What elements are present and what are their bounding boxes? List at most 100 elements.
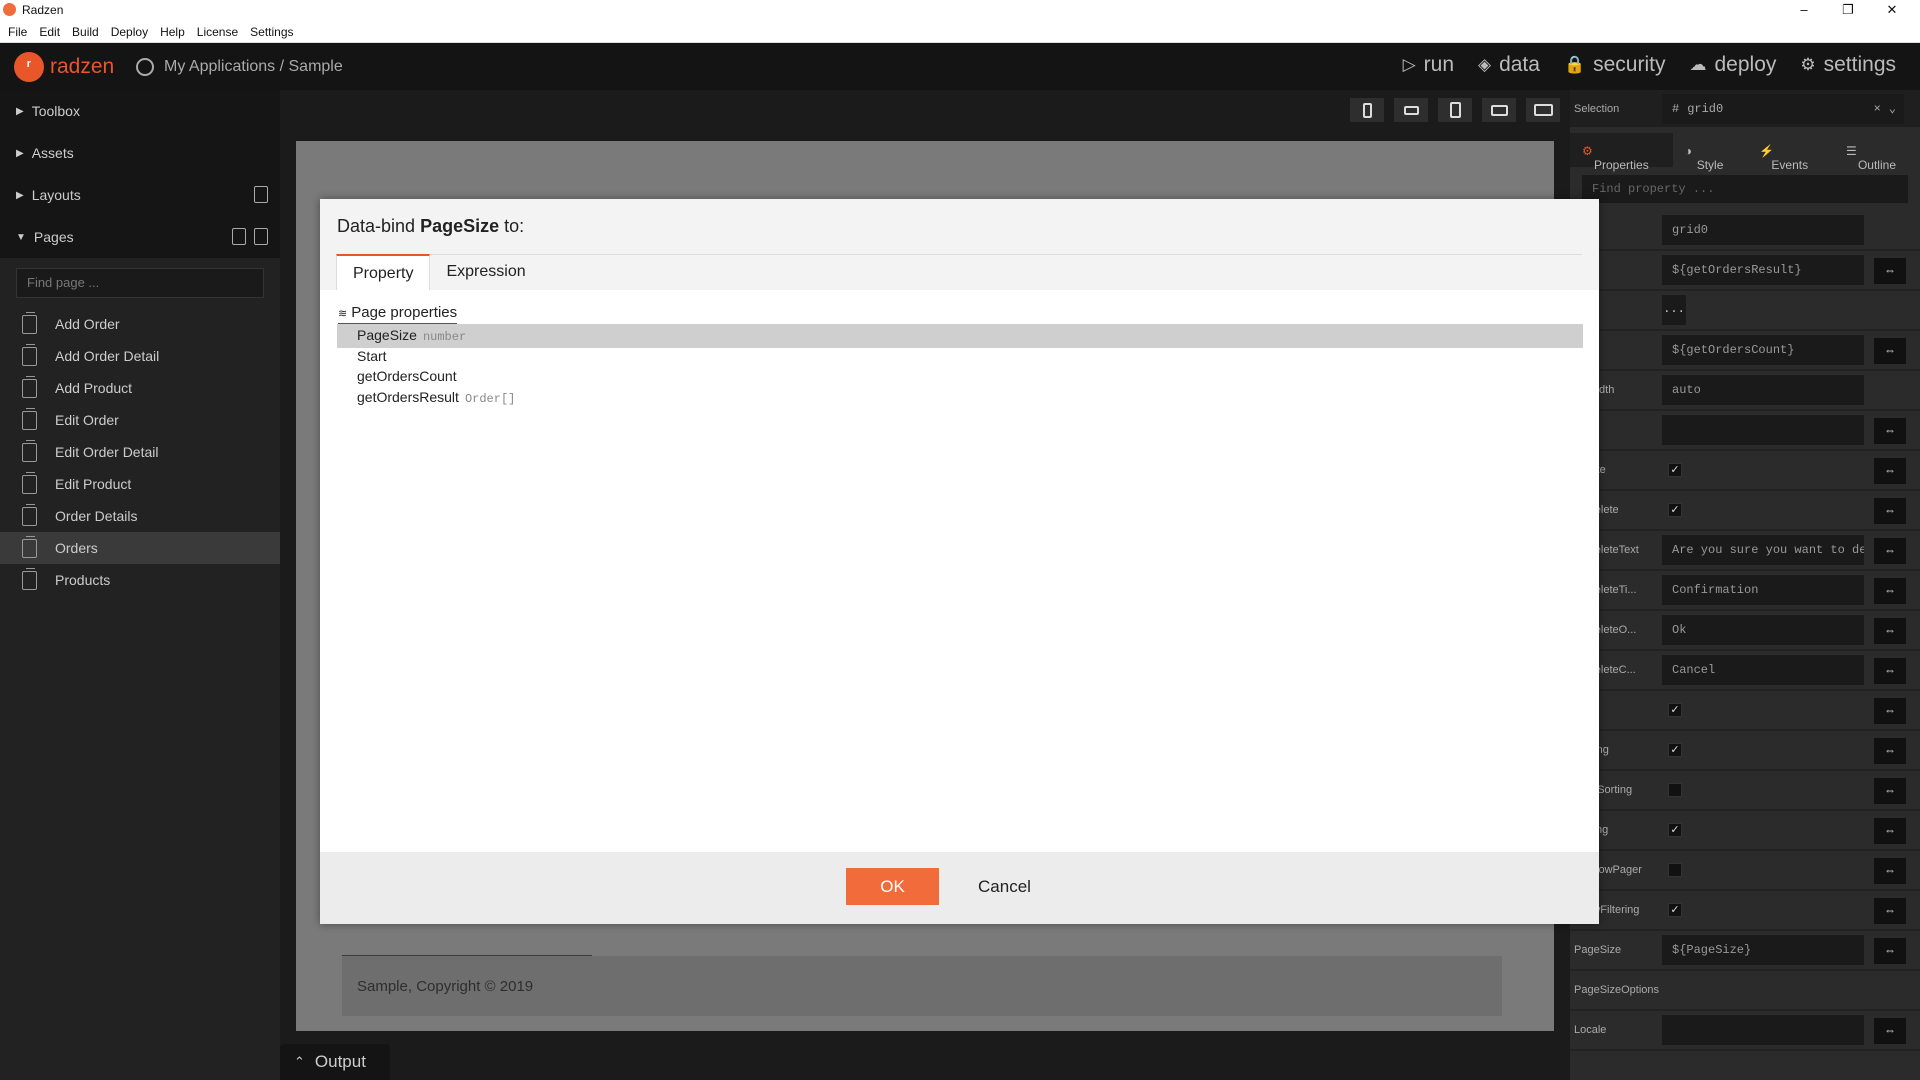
property-value[interactable]: auto — [1662, 375, 1864, 405]
tab-expression[interactable]: Expression — [430, 254, 541, 290]
section-pages[interactable]: ▼ Pages — [0, 216, 280, 258]
page-item[interactable]: Edit Order — [0, 404, 280, 436]
bind-icon[interactable]: ⇔ — [1874, 818, 1906, 844]
nav-security[interactable]: 🔒 security — [1564, 53, 1666, 77]
page-item[interactable]: Add Order — [0, 308, 280, 340]
cancel-button[interactable]: Cancel — [958, 868, 1051, 905]
bind-icon[interactable]: ⇔ — [1874, 938, 1906, 964]
chevron-down-icon[interactable]: ⌄ — [1889, 101, 1896, 116]
menu-edit[interactable]: Edit — [31, 20, 64, 39]
find-page-input[interactable]: Find page ... — [16, 268, 264, 298]
menu-license[interactable]: License — [189, 20, 242, 39]
bind-icon[interactable]: ⇔ — [1874, 898, 1906, 924]
add-layout-icon[interactable] — [254, 186, 268, 203]
device-desktop-icon[interactable] — [1526, 98, 1560, 122]
bind-icon[interactable]: ⇔ — [1874, 1018, 1906, 1044]
property-value[interactable]: ${PageSize} — [1662, 935, 1864, 965]
ok-button[interactable]: OK — [846, 868, 939, 905]
nav-deploy[interactable]: ☁ deploy — [1689, 53, 1776, 77]
layers-icon: ≋ — [338, 308, 348, 320]
property-value[interactable]: ${getOrdersCount} — [1662, 335, 1864, 365]
property-row: rmDelete✓⇔ — [1570, 491, 1920, 531]
nav-run[interactable]: ▷ run — [1403, 53, 1454, 77]
tab-events[interactable]: ⚡ Events — [1747, 133, 1834, 172]
bind-icon[interactable]: ⇔ — [1874, 658, 1906, 684]
property-checkbox[interactable]: ✓ — [1668, 703, 1682, 717]
bind-icon[interactable]: ⇔ — [1874, 458, 1906, 484]
bind-icon[interactable]: ⇔ — [1874, 618, 1906, 644]
bind-icon[interactable]: ⇔ — [1874, 258, 1906, 284]
bind-icon[interactable]: ⇔ — [1874, 738, 1906, 764]
page-properties-node[interactable]: ≋ Page properties — [338, 304, 458, 324]
page-item[interactable]: Orders — [0, 532, 280, 564]
minimize-button[interactable]: – — [1782, 0, 1826, 20]
tab-outline[interactable]: ☰ Outline — [1834, 133, 1920, 172]
bind-icon[interactable]: ⇔ — [1874, 578, 1906, 604]
add-page-icon[interactable] — [254, 228, 268, 245]
property-checkbox[interactable]: ✓ — [1668, 823, 1682, 837]
page-item[interactable]: Edit Order Detail — [0, 436, 280, 468]
section-layouts[interactable]: ▶ Layouts — [0, 174, 280, 216]
property-checkbox[interactable]: ✓ — [1668, 743, 1682, 757]
output-tab[interactable]: ⌃ Output — [280, 1044, 390, 1080]
breadcrumb[interactable]: My Applications / Sample — [136, 58, 343, 76]
menu-file[interactable]: File — [0, 20, 31, 39]
tab-properties[interactable]: ⚙ Properties — [1570, 133, 1673, 172]
property-value[interactable]: Ok — [1662, 615, 1864, 645]
nav-settings[interactable]: ⚙ settings — [1800, 53, 1896, 77]
menu-build[interactable]: Build — [64, 20, 103, 39]
property-value[interactable]: Confirmation — [1662, 575, 1864, 605]
bind-icon[interactable]: ⇔ — [1874, 858, 1906, 884]
device-phone-landscape-icon[interactable] — [1394, 98, 1428, 122]
property-value[interactable]: Cancel — [1662, 655, 1864, 685]
page-footer[interactable]: Sample, Copyright © 2019 — [342, 956, 1502, 1016]
bind-icon[interactable]: ⇔ — [1874, 418, 1906, 444]
property-checkbox[interactable] — [1668, 783, 1682, 797]
property-value[interactable]: ${getOrdersResult} — [1662, 255, 1864, 285]
property-value[interactable]: grid0 — [1662, 215, 1864, 245]
device-tablet-landscape-icon[interactable] — [1482, 98, 1516, 122]
menu-deploy[interactable]: Deploy — [103, 20, 152, 39]
page-item[interactable]: Add Order Detail — [0, 340, 280, 372]
property-tree-item[interactable]: getOrdersResult Order[] — [337, 386, 1583, 410]
bind-icon[interactable]: ⇔ — [1874, 538, 1906, 564]
page-item[interactable]: Products — [0, 564, 280, 596]
property-value[interactable]: Are you sure you want to de — [1662, 535, 1864, 565]
selection-value: grid0 — [1687, 101, 1724, 116]
page-item[interactable]: Edit Product — [0, 468, 280, 500]
page-item[interactable]: Order Details — [0, 500, 280, 532]
find-property-input[interactable]: Find property ... — [1582, 175, 1908, 203]
page-item-label: Orders — [55, 540, 98, 556]
menu-settings[interactable]: Settings — [242, 20, 297, 39]
bind-icon[interactable]: ⇔ — [1874, 498, 1906, 524]
bind-icon[interactable]: ⇔ — [1874, 778, 1906, 804]
property-checkbox[interactable]: ✓ — [1668, 903, 1682, 917]
device-tablet-icon[interactable] — [1438, 98, 1472, 122]
property-editor-button[interactable]: ... — [1662, 295, 1686, 325]
maximize-button[interactable]: ❐ — [1826, 0, 1870, 20]
tab-property[interactable]: Property — [336, 254, 431, 290]
section-assets[interactable]: ▶ Assets — [0, 132, 280, 174]
selection-dropdown[interactable]: # grid0 × ⌄ — [1662, 93, 1904, 124]
chevron-up-icon: ⌃ — [294, 1054, 305, 1069]
lock-icon: 🔒 — [1563, 55, 1586, 74]
page-item[interactable]: Add Product — [0, 372, 280, 404]
bind-icon[interactable]: ⇔ — [1874, 338, 1906, 364]
property-checkbox[interactable]: ✓ — [1668, 503, 1682, 517]
property-value[interactable] — [1662, 1015, 1864, 1045]
bind-icon[interactable]: ⇔ — [1874, 698, 1906, 724]
property-value[interactable] — [1662, 415, 1864, 445]
property-checkbox[interactable] — [1668, 863, 1682, 877]
property-row: Add✓⇔ — [1570, 691, 1920, 731]
device-phone-icon[interactable] — [1350, 98, 1384, 122]
clear-icon[interactable]: × — [1874, 102, 1881, 116]
property-row: nnWidthauto — [1570, 371, 1920, 411]
delete-page-icon[interactable] — [232, 228, 246, 245]
brand-logo[interactable]: ʳ radzen — [14, 52, 114, 82]
tab-style[interactable]: ◑ Style — [1673, 133, 1748, 172]
section-toolbox[interactable]: ▶ Toolbox — [0, 90, 280, 132]
nav-data[interactable]: ◈ data — [1478, 53, 1540, 77]
property-checkbox[interactable]: ✓ — [1668, 463, 1682, 477]
menu-help[interactable]: Help — [152, 20, 189, 39]
close-button[interactable]: ✕ — [1870, 0, 1914, 20]
